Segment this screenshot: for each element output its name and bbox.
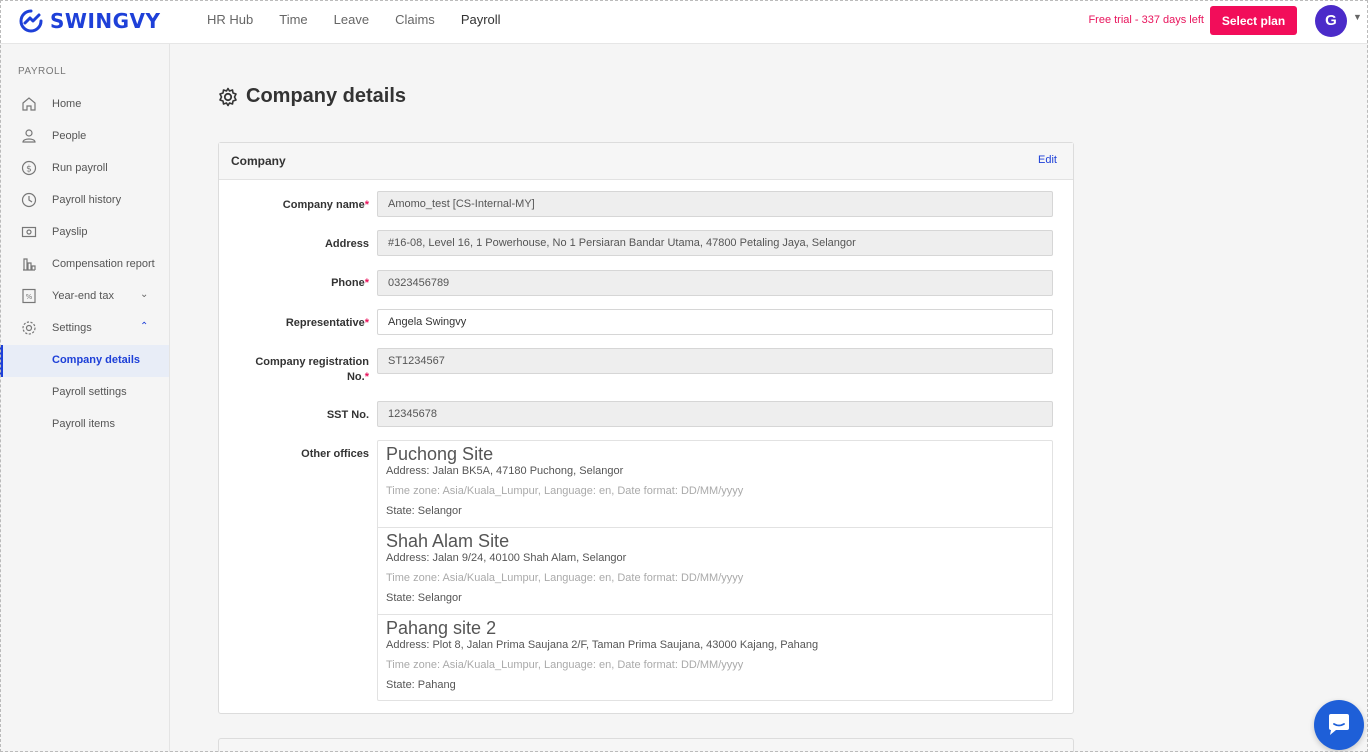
phone-field[interactable]: 0323456789 <box>377 270 1053 296</box>
chat-button[interactable] <box>1314 700 1364 750</box>
sidebar: PAYROLL Home People $ Run payroll Payrol… <box>0 44 170 752</box>
phone-label: Phone* <box>219 276 369 291</box>
sidebar-item-run-payroll[interactable]: $ Run payroll <box>0 153 169 183</box>
office-name: Shah Alam Site <box>386 531 510 551</box>
sst-field[interactable]: 12345678 <box>377 401 1053 427</box>
sidebar-item-label: Home <box>52 98 82 110</box>
chat-bubble-icon <box>1329 714 1349 735</box>
chevron-down-icon[interactable]: ▼ <box>1353 12 1362 22</box>
sidebar-item-label: Payroll history <box>52 194 122 206</box>
office-address: Address: Jalan BK5A, 47180 Puchong, Sela… <box>386 465 624 477</box>
company-name-label-text: Company name <box>282 199 365 211</box>
sidebar-item-payroll-items[interactable]: Payroll items <box>0 409 169 439</box>
top-nav: HR Hub Time Leave Claims Payroll <box>207 12 527 28</box>
svg-text:$: $ <box>26 165 32 175</box>
office-item: Shah Alam Site Address: Jalan 9/24, 4010… <box>378 528 1052 615</box>
percent-icon: % <box>22 288 36 304</box>
select-plan-button[interactable]: Select plan <box>1210 6 1297 35</box>
other-offices-label: Other offices <box>301 448 369 460</box>
registration-label-line1: Company registration <box>255 356 369 368</box>
representative-field[interactable]: Angela Swingvy <box>377 309 1053 335</box>
swingvy-logo[interactable]: SWINGVY <box>18 8 161 34</box>
nav-leave[interactable]: Leave <box>334 12 369 28</box>
next-card <box>218 738 1074 752</box>
sidebar-item-label: Run payroll <box>52 162 108 174</box>
sidebar-item-payroll-history[interactable]: Payroll history <box>0 185 169 215</box>
registration-label: Company registration No.* <box>219 355 369 385</box>
payslip-icon <box>21 226 37 238</box>
office-meta: Time zone: Asia/Kuala_Lumpur, Language: … <box>386 572 744 584</box>
office-state: State: Selangor <box>386 505 462 517</box>
office-state: State: Pahang <box>386 679 456 691</box>
history-icon <box>21 192 37 208</box>
required-mark: * <box>364 317 369 329</box>
sidebar-item-label: Compensation report <box>52 258 155 270</box>
sst-label: SST No. <box>326 409 369 421</box>
gear-icon <box>219 87 237 106</box>
page-title: Company details <box>218 85 406 108</box>
required-mark: * <box>364 371 369 383</box>
representative-label-text: Representative <box>285 317 365 329</box>
company-name-label: Company name* <box>219 198 369 213</box>
person-icon <box>22 129 36 143</box>
company-name-field[interactable]: Amomo_test [CS-Internal-MY] <box>377 191 1053 217</box>
registration-label-line2: No. <box>346 371 365 383</box>
address-label: Address <box>324 238 369 250</box>
trial-status: Free trial - 337 days left <box>1088 14 1204 26</box>
sidebar-item-compensation-report[interactable]: Compensation report <box>0 249 169 279</box>
sidebar-item-settings[interactable]: Settings ⌃ <box>0 313 169 343</box>
home-icon <box>22 97 36 111</box>
top-navigation-bar: SWINGVY HR Hub Time Leave Claims Payroll… <box>0 0 1368 44</box>
sidebar-heading: PAYROLL <box>18 66 67 77</box>
nav-time[interactable]: Time <box>279 12 307 28</box>
nav-payroll[interactable]: Payroll <box>461 12 501 28</box>
office-name: Puchong Site <box>386 444 494 464</box>
nav-hr-hub[interactable]: HR Hub <box>207 12 253 28</box>
bar-chart-icon <box>23 258 36 271</box>
chevron-up-icon: ⌃ <box>140 321 149 332</box>
card-header: Company Edit <box>219 143 1073 180</box>
sidebar-item-label: Company details <box>52 354 141 366</box>
sidebar-item-label: Payroll settings <box>52 386 127 398</box>
swingvy-logo-icon <box>19 9 43 33</box>
dollar-circle-icon: $ <box>21 160 37 176</box>
sidebar-item-label: Settings <box>52 322 92 334</box>
office-meta: Time zone: Asia/Kuala_Lumpur, Language: … <box>386 659 744 671</box>
sidebar-item-year-end-tax[interactable]: % Year-end tax ⌄ <box>0 281 169 311</box>
avatar[interactable]: G <box>1315 5 1347 37</box>
card-title: Company <box>231 154 286 168</box>
office-meta: Time zone: Asia/Kuala_Lumpur, Language: … <box>386 485 744 497</box>
office-name: Pahang site 2 <box>386 618 497 638</box>
sidebar-item-people[interactable]: People <box>0 121 169 151</box>
chevron-down-icon: ⌄ <box>140 289 149 300</box>
office-state: State: Selangor <box>386 592 462 604</box>
gear-icon <box>22 321 36 335</box>
sidebar-item-payslip[interactable]: Payslip <box>0 217 169 247</box>
sidebar-item-payroll-settings[interactable]: Payroll settings <box>0 377 169 407</box>
sidebar-item-label: Year-end tax <box>52 290 114 302</box>
phone-label-text: Phone <box>331 277 365 289</box>
nav-claims[interactable]: Claims <box>395 12 435 28</box>
office-item: Puchong Site Address: Jalan BK5A, 47180 … <box>378 441 1052 528</box>
svg-text:%: % <box>26 293 33 301</box>
sidebar-item-label: Payroll items <box>52 418 115 430</box>
address-field[interactable]: #16-08, Level 16, 1 Powerhouse, No 1 Per… <box>377 230 1053 256</box>
page-title-text: Company details <box>246 85 407 107</box>
logo-text: SWINGVY <box>50 9 161 33</box>
office-address: Address: Jalan 9/24, 40100 Shah Alam, Se… <box>386 552 627 564</box>
office-item: Pahang site 2 Address: Plot 8, Jalan Pri… <box>378 615 1052 702</box>
sidebar-item-label: Payslip <box>52 226 88 238</box>
company-card: Company Edit Company name* Amomo_test [C… <box>218 142 1074 714</box>
office-address: Address: Plot 8, Jalan Prima Saujana 2/F… <box>386 639 819 651</box>
edit-link[interactable]: Edit <box>1038 154 1057 166</box>
sidebar-item-company-details[interactable]: Company details <box>0 345 169 377</box>
other-offices-list: Puchong Site Address: Jalan BK5A, 47180 … <box>377 440 1053 701</box>
required-mark: * <box>364 199 369 211</box>
sidebar-item-home[interactable]: Home <box>0 89 169 119</box>
required-mark: * <box>364 277 369 289</box>
sidebar-item-label: People <box>52 130 87 142</box>
representative-label: Representative* <box>219 316 369 331</box>
registration-field[interactable]: ST1234567 <box>377 348 1053 374</box>
